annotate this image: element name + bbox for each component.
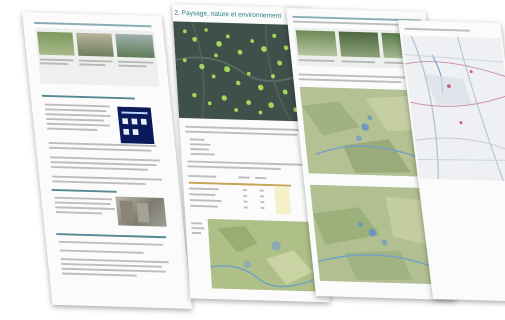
data-table xyxy=(188,173,293,217)
road-network-svg xyxy=(401,35,505,182)
land-cover-map xyxy=(207,218,324,292)
section-title: 2. Paysage, nature et environnement xyxy=(174,9,282,20)
report-page-1 xyxy=(22,12,192,309)
land-cover-svg xyxy=(207,218,324,292)
road-network-map xyxy=(401,35,505,182)
page1-street-photo xyxy=(115,196,167,227)
page1-screen-image xyxy=(117,106,155,145)
document-pages-scene: 2. Paysage, nature et environnement xyxy=(0,0,505,320)
page1-photo-strip xyxy=(34,27,160,87)
